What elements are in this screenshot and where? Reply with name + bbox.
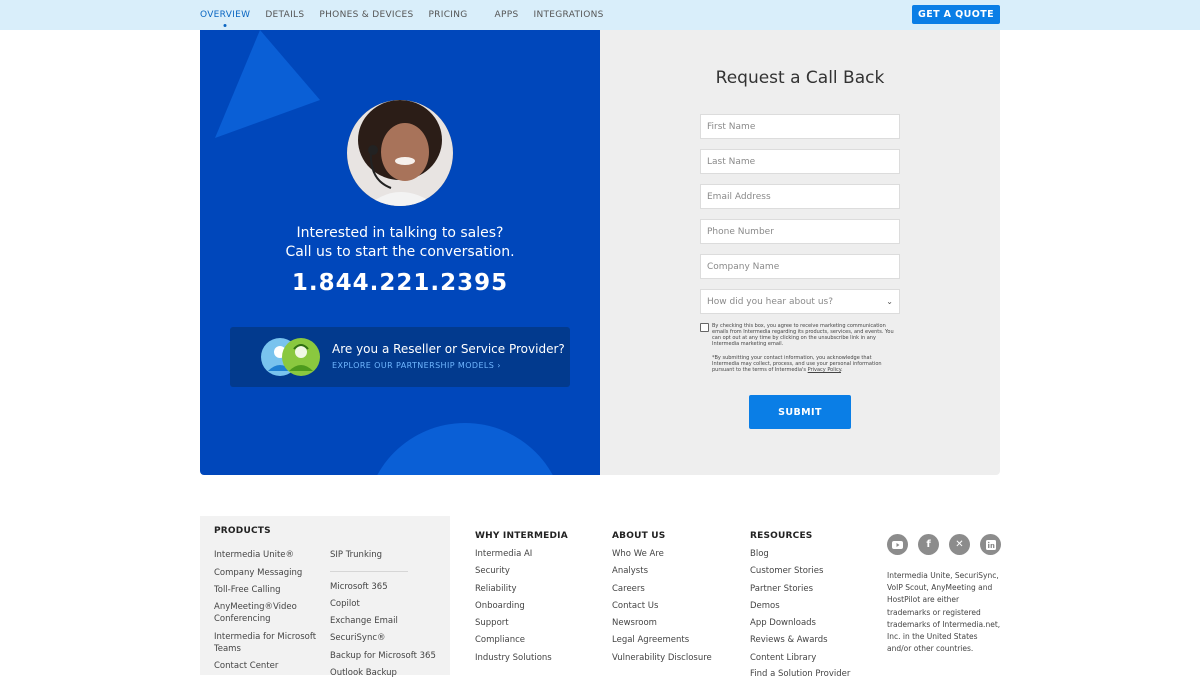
consent-checkbox[interactable]	[700, 323, 709, 332]
last-name-field[interactable]	[700, 149, 900, 174]
footer-link[interactable]: SecuriSync®	[330, 632, 386, 644]
footer-link[interactable]: Newsroom	[612, 617, 657, 629]
decorative-triangle	[215, 30, 320, 138]
nav-pricing[interactable]: PRICING	[428, 10, 467, 20]
decorative-circle	[365, 423, 565, 475]
company-field[interactable]	[700, 254, 900, 279]
partners-icon	[261, 338, 320, 376]
privacy-policy-link[interactable]: Privacy Policy	[808, 367, 841, 373]
why-intermedia-title: WHY INTERMEDIA	[475, 531, 568, 541]
footer-link[interactable]: Exchange Email	[330, 615, 398, 627]
footer-link[interactable]: Content Library	[750, 652, 816, 664]
footer-link[interactable]: Contact Center	[214, 660, 278, 672]
footer-link[interactable]: Blog	[750, 548, 769, 560]
footer-link[interactable]: Backup for Microsoft 365	[330, 650, 436, 662]
sales-subheading: Call us to start the conversation.	[285, 244, 515, 260]
reseller-card[interactable]: Are you a Reseller or Service Provider? …	[230, 327, 570, 387]
footer-divider	[330, 571, 408, 572]
sales-agent-avatar	[347, 100, 453, 206]
phone-field[interactable]	[700, 219, 900, 244]
consent-text: By checking this box, you agree to recei…	[712, 323, 894, 347]
footer-link[interactable]: AnyMeeting®Video Conferencing	[214, 601, 314, 625]
footer-link[interactable]: Analysts	[612, 565, 648, 577]
about-us-title: ABOUT US	[612, 531, 666, 541]
footer-link[interactable]: Support	[475, 617, 509, 629]
footer-link[interactable]: Customer Stories	[750, 565, 823, 577]
footer-link[interactable]: Copilot	[330, 598, 360, 610]
privacy-disclaimer: *By submitting your contact information,…	[712, 355, 882, 373]
footer-link[interactable]: App Downloads	[750, 617, 816, 629]
nav-integrations[interactable]: INTEGRATIONS	[533, 10, 603, 20]
referral-source-select[interactable]: How did you hear about us? ⌄	[700, 289, 900, 314]
nav-links: OVERVIEW DETAILS PHONES & DEVICES PRICIN…	[200, 0, 619, 30]
chevron-right-icon: ›	[497, 361, 501, 370]
nav-apps[interactable]: APPS	[495, 10, 519, 20]
youtube-icon[interactable]	[887, 534, 908, 555]
sales-heading: Interested in talking to sales?	[296, 225, 504, 241]
disclaimer-text: *By submitting your contact information,…	[712, 355, 882, 373]
footer-link[interactable]: Intermedia for Microsoft Teams	[214, 631, 319, 655]
footer-link[interactable]: Demos	[750, 600, 780, 612]
footer-link[interactable]: Compliance	[475, 634, 525, 646]
callback-form-panel: Request a Call Back How did you hear abo…	[600, 30, 1000, 475]
x-icon[interactable]: ✕	[949, 534, 970, 555]
chevron-down-icon: ⌄	[886, 297, 893, 306]
linkedin-icon[interactable]	[980, 534, 1001, 555]
reseller-title: Are you a Reseller or Service Provider?	[332, 342, 565, 356]
footer-link[interactable]: Partner Stories	[750, 583, 813, 595]
footer-link[interactable]: Who We Are	[612, 548, 664, 560]
footer-link[interactable]: Industry Solutions	[475, 652, 552, 664]
footer-link[interactable]: Contact Us	[612, 600, 658, 612]
footer-link[interactable]: Reviews & Awards	[750, 634, 828, 646]
footer-link[interactable]: Find a Solution Provider	[750, 668, 850, 680]
footer-link[interactable]: Security	[475, 565, 510, 577]
get-a-quote-button[interactable]: GET A QUOTE	[912, 5, 1000, 24]
nav-phones-devices[interactable]: PHONES & DEVICES	[319, 10, 413, 20]
facebook-icon[interactable]: f	[918, 534, 939, 555]
footer-link[interactable]: Microsoft 365	[330, 581, 388, 593]
footer-link[interactable]: Outlook Backup	[330, 667, 397, 679]
footer-link[interactable]: Vulnerability Disclosure	[612, 652, 712, 664]
sales-panel: Interested in talking to sales? Call us …	[200, 30, 600, 475]
footer-link[interactable]: Toll-Free Calling	[214, 584, 281, 596]
nav-details[interactable]: DETAILS	[265, 10, 304, 20]
email-field[interactable]	[700, 184, 900, 209]
footer-link[interactable]: Legal Agreements	[612, 634, 689, 646]
footer-link[interactable]: Intermedia Unite®	[214, 549, 294, 561]
form-title: Request a Call Back	[715, 68, 885, 88]
partnership-models-link[interactable]: EXPLORE OUR PARTNERSHIP MODELS ›	[332, 361, 501, 370]
trademark-notice: Intermedia Unite, SecuriSync, VoIP Scout…	[887, 571, 1001, 654]
footer-link[interactable]: Careers	[612, 583, 645, 595]
submit-button[interactable]: SUBMIT	[749, 395, 851, 429]
products-title: PRODUCTS	[214, 526, 271, 536]
top-navigation: OVERVIEW DETAILS PHONES & DEVICES PRICIN…	[0, 0, 1200, 30]
referral-source-value: How did you hear about us?	[707, 296, 833, 307]
footer-link[interactable]: SIP Trunking	[330, 549, 382, 561]
nav-overview[interactable]: OVERVIEW	[200, 10, 250, 20]
sales-phone-number[interactable]: 1.844.221.2395	[200, 270, 600, 296]
footer-link[interactable]: Reliability	[475, 583, 517, 595]
footer-link[interactable]: Onboarding	[475, 600, 525, 612]
footer-link[interactable]: Intermedia AI	[475, 548, 532, 560]
hero-section: Interested in talking to sales? Call us …	[200, 30, 1000, 475]
first-name-field[interactable]	[700, 114, 900, 139]
resources-title: RESOURCES	[750, 531, 813, 541]
footer-link[interactable]: Company Messaging	[214, 567, 302, 579]
